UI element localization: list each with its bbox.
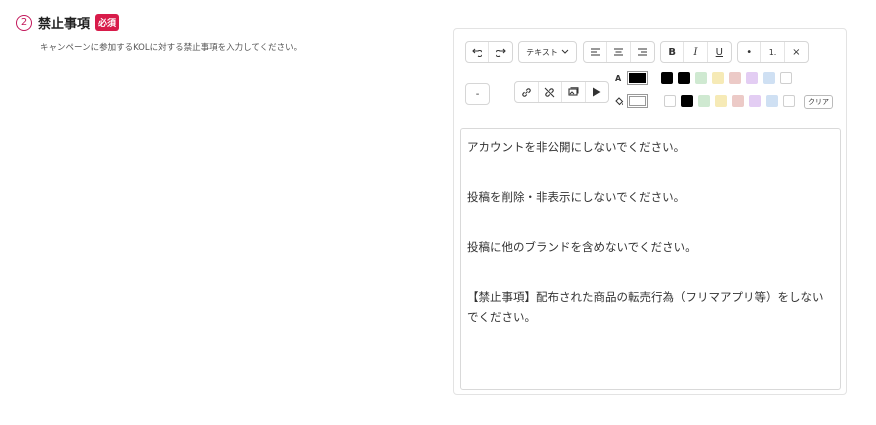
link-button[interactable] bbox=[515, 82, 539, 102]
underline-button[interactable]: U bbox=[708, 42, 731, 62]
image-button[interactable] bbox=[562, 82, 586, 102]
undo-icon bbox=[472, 48, 482, 57]
insert-group bbox=[514, 81, 609, 103]
text-style-label: テキスト bbox=[526, 47, 558, 57]
list-group: • 1. × bbox=[737, 41, 809, 63]
color-swatch[interactable] bbox=[695, 72, 707, 84]
unlink-button[interactable] bbox=[539, 82, 562, 102]
play-icon bbox=[593, 87, 601, 97]
ordered-list-button[interactable]: 1. bbox=[761, 42, 785, 62]
color-swatch[interactable] bbox=[766, 95, 778, 107]
color-swatch[interactable] bbox=[698, 95, 710, 107]
text-color-current bbox=[629, 73, 646, 83]
color-swatch[interactable] bbox=[746, 72, 758, 84]
bg-color-current bbox=[629, 96, 646, 106]
section-description: キャンペーンに参加するKOLに対する禁止事項を入力してください。 bbox=[40, 43, 303, 53]
text-style-dropdown[interactable]: テキスト bbox=[518, 41, 577, 63]
section-header: 2 禁止事項 必須 bbox=[16, 13, 120, 32]
redo-button[interactable] bbox=[489, 42, 512, 62]
color-swatch[interactable] bbox=[661, 72, 673, 84]
clear-color-button[interactable]: クリア bbox=[804, 95, 833, 109]
remove-format-button[interactable]: × bbox=[785, 42, 808, 62]
color-swatch[interactable] bbox=[715, 95, 727, 107]
video-button[interactable] bbox=[586, 82, 609, 102]
align-left-icon bbox=[590, 48, 600, 56]
color-swatch[interactable] bbox=[681, 95, 693, 107]
minus-group: - bbox=[465, 83, 490, 105]
text-style-select[interactable]: テキスト bbox=[519, 42, 576, 62]
bold-button[interactable]: B bbox=[661, 42, 685, 62]
color-swatch[interactable] bbox=[783, 95, 795, 107]
italic-button[interactable]: I bbox=[684, 42, 708, 62]
color-swatch[interactable] bbox=[729, 72, 741, 84]
required-badge: 必須 bbox=[95, 14, 120, 31]
align-center-button[interactable] bbox=[607, 42, 631, 62]
content-paragraph: 投稿に他のブランドを含めないでください。 bbox=[467, 240, 697, 254]
bullet-list-button[interactable]: • bbox=[738, 42, 762, 62]
editor-content[interactable]: アカウントを非公開にしないでください。 投稿を削除・非表示にしないでください。 … bbox=[460, 128, 841, 390]
color-swatch[interactable] bbox=[780, 72, 792, 84]
color-swatch[interactable] bbox=[678, 72, 690, 84]
undo-button[interactable] bbox=[466, 42, 490, 62]
text-color-label: A bbox=[615, 74, 622, 83]
bg-color-picker[interactable] bbox=[627, 94, 648, 108]
align-center-icon bbox=[614, 48, 624, 56]
minus-button[interactable]: - bbox=[466, 84, 489, 104]
text-color-picker[interactable] bbox=[627, 71, 648, 85]
align-left-button[interactable] bbox=[584, 42, 608, 62]
format-group: B I U bbox=[660, 41, 732, 63]
content-paragraph: アカウントを非公開にしないでください。 bbox=[467, 140, 686, 154]
content-paragraph: 【禁止事項】配布された商品の転売行為（フリマアプリ等）をしないでください。 bbox=[467, 290, 824, 324]
image-icon bbox=[568, 87, 579, 96]
color-swatch[interactable] bbox=[732, 95, 744, 107]
color-swatch[interactable] bbox=[664, 95, 676, 107]
chevron-down-icon bbox=[561, 49, 569, 54]
section-title: 禁止事項 bbox=[38, 17, 91, 32]
section-number: 2 bbox=[16, 14, 32, 31]
color-swatch[interactable] bbox=[763, 72, 775, 84]
align-right-icon bbox=[637, 48, 647, 56]
redo-icon bbox=[495, 48, 506, 57]
alignment-group bbox=[583, 41, 655, 63]
link-icon bbox=[522, 87, 531, 97]
content-paragraph: 投稿を削除・非表示にしないでください。 bbox=[467, 190, 686, 204]
align-right-button[interactable] bbox=[631, 42, 654, 62]
color-swatch[interactable] bbox=[712, 72, 724, 84]
history-group bbox=[465, 41, 513, 63]
paint-bucket-icon bbox=[615, 97, 624, 106]
color-swatch[interactable] bbox=[749, 95, 761, 107]
unlink-icon bbox=[544, 87, 555, 97]
rich-text-editor: テキスト B I U • 1. × - A クリア アカウントを非公開にしないで… bbox=[453, 28, 847, 395]
